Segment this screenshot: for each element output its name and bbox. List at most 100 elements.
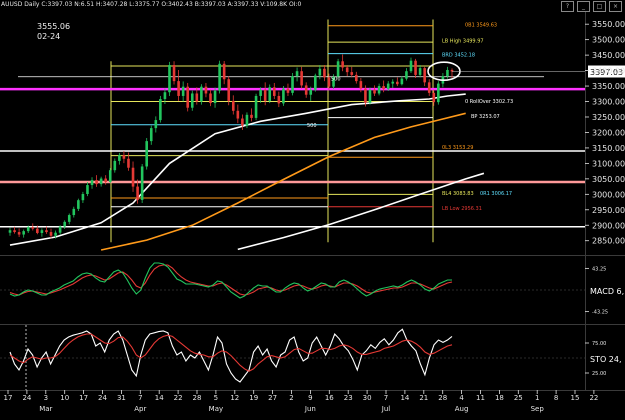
panel-label: MACD 6, xyxy=(590,287,624,296)
level-label: 0B1 3549.63 xyxy=(465,22,497,28)
x-tick-label: 5 xyxy=(214,394,218,402)
candle-body xyxy=(250,114,253,118)
candle-body xyxy=(309,89,313,95)
candle-body xyxy=(304,85,308,95)
candle-body xyxy=(154,120,158,129)
candle-body xyxy=(432,92,436,103)
candle xyxy=(313,73,317,92)
y-tick-label: 3050.00 xyxy=(592,175,625,184)
y-tick-label: 3300.00 xyxy=(592,98,625,107)
candle-body xyxy=(341,61,344,68)
y-tick-label: 3350.00 xyxy=(592,82,625,91)
candle-body xyxy=(282,88,285,104)
x-tick-label: 11 xyxy=(476,394,485,402)
candle xyxy=(437,81,440,105)
candle xyxy=(159,95,162,123)
candle-body xyxy=(409,60,413,72)
candle-body xyxy=(222,63,226,80)
candle-body xyxy=(67,215,71,222)
candle-body xyxy=(241,118,244,126)
candle-body xyxy=(405,71,408,79)
x-tick-label: 31 xyxy=(117,394,126,402)
candle-body xyxy=(323,68,326,78)
candle-body xyxy=(254,95,258,118)
candle-body xyxy=(127,158,130,168)
minimize-icon[interactable]: _ xyxy=(577,1,590,12)
candle-body xyxy=(195,93,199,102)
candle-body xyxy=(427,82,431,93)
time-axis: 17 24 3 10 17 24 31 7 14 22 28 5 12 19 27 2 9 16 23 30 7 14 21… xyxy=(4,390,598,413)
month-label: Jun xyxy=(304,405,316,413)
reference-value: 3555.06 xyxy=(37,22,71,31)
candle xyxy=(227,76,231,106)
x-tick-label: 9 xyxy=(308,394,312,402)
y-tick-label: 3000.00 xyxy=(592,190,625,199)
month-label: Aug xyxy=(455,405,469,413)
x-tick-label: 1 xyxy=(535,394,539,402)
candle-body xyxy=(204,86,208,94)
level-label: 0 RollOver 3302.73 xyxy=(465,99,513,105)
y-tick-label: 3500.00 xyxy=(592,36,625,45)
x-tick-label: 12 xyxy=(230,394,239,402)
candle-body xyxy=(373,89,376,94)
x-tick-label: 24 xyxy=(98,394,107,402)
candle-body xyxy=(168,65,171,93)
month-label: Sep xyxy=(531,405,545,413)
candle-body xyxy=(72,208,76,216)
candle-body xyxy=(350,72,354,75)
y-tick-label: 3400.00 xyxy=(592,67,625,76)
candle xyxy=(145,138,149,170)
y-tick-label: 2850.00 xyxy=(592,237,625,246)
candle-body xyxy=(8,230,12,233)
candle-body xyxy=(336,61,340,77)
candle-body xyxy=(227,79,231,101)
x-tick-label: 28 xyxy=(438,394,447,402)
candle-body xyxy=(113,160,117,171)
level-label: 500 xyxy=(331,76,341,82)
candle-body xyxy=(268,87,272,101)
maximize-icon[interactable]: □ xyxy=(593,1,606,12)
candle-body xyxy=(40,230,44,233)
candle-body xyxy=(13,230,16,233)
reference-date: 02-24 xyxy=(37,32,61,41)
candle-body xyxy=(31,227,35,229)
candle-body xyxy=(277,95,281,104)
candle-body xyxy=(418,68,422,75)
help-icon[interactable]: ? xyxy=(561,1,574,12)
y-tick-label: 3200.00 xyxy=(592,128,625,137)
candle-body xyxy=(291,76,294,93)
candle-body xyxy=(396,81,399,85)
x-tick-label: 10 xyxy=(60,394,69,402)
reference-label: 3555.06 02-24 xyxy=(37,22,70,42)
month-label: Mar xyxy=(39,405,52,413)
candle xyxy=(282,86,285,106)
candle xyxy=(140,164,144,203)
stochastic-panel-bg xyxy=(0,325,625,390)
candle xyxy=(218,60,221,94)
candle-body xyxy=(22,231,25,235)
candle-body xyxy=(63,221,66,227)
candle-body xyxy=(263,89,267,101)
candle-body xyxy=(313,75,317,90)
y-tick-label: 3250.00 xyxy=(592,113,625,122)
level-label: 0L3 3153.29 xyxy=(442,145,473,151)
level-label: BRD 3452.18 xyxy=(442,53,475,59)
x-tick-label: 22 xyxy=(589,394,598,402)
candle-body xyxy=(355,74,358,82)
candle-body xyxy=(377,86,381,94)
x-tick-label: 7 xyxy=(138,394,142,402)
candle-body xyxy=(149,128,153,142)
level-label: LB High 3499.97 xyxy=(442,39,484,45)
x-tick-label: 15 xyxy=(571,394,580,402)
chart-canvas: 0B1 3549.63 LB High 3499.97 BRD 3452.18 0 R… xyxy=(0,0,625,413)
candle-body xyxy=(17,232,21,235)
x-tick-label: 21 xyxy=(419,394,428,402)
candle-body xyxy=(231,100,235,111)
x-tick-label: 16 xyxy=(325,394,334,402)
candle-body xyxy=(400,78,404,85)
candle-body xyxy=(272,87,276,96)
candle-body xyxy=(177,81,180,96)
candle-body xyxy=(218,63,221,91)
x-tick-label: 4 xyxy=(459,394,464,402)
close-icon[interactable]: × xyxy=(609,1,622,12)
